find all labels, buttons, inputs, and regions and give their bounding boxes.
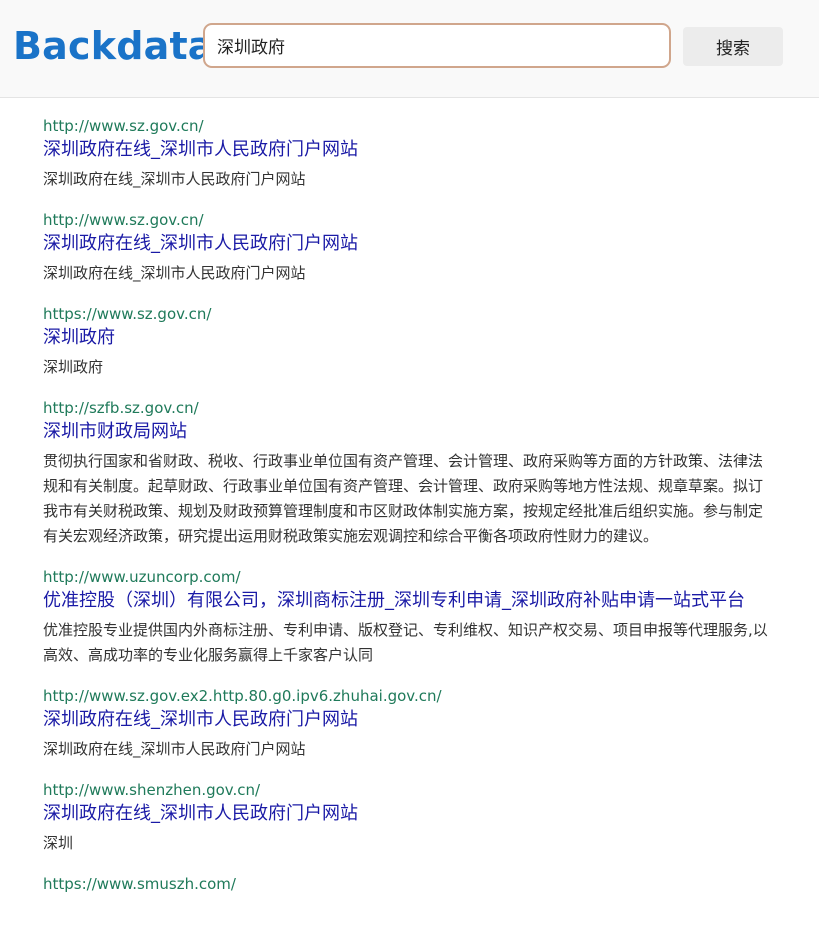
search-button[interactable]: 搜索 bbox=[683, 27, 783, 66]
result-description: 深圳政府在线_深圳市人民政府门户网站 bbox=[43, 740, 306, 758]
result-url[interactable]: http://szfb.sz.gov.cn/ bbox=[43, 397, 773, 419]
search-input[interactable] bbox=[203, 23, 671, 68]
result-description: 深圳政府在线_深圳市人民政府门户网站 bbox=[43, 264, 306, 282]
result-item: https://www.smuszh.com/ bbox=[43, 873, 773, 895]
result-description: 深圳 bbox=[43, 834, 74, 852]
header-bar: Backdata 搜索 bbox=[0, 0, 819, 98]
result-item: http://szfb.sz.gov.cn/ 深圳市财政局网站 贯彻执行国家和省… bbox=[43, 397, 773, 549]
result-item: http://www.sz.gov.cn/ 深圳政府在线_深圳市人民政府门户网站… bbox=[43, 209, 773, 286]
result-item: http://www.sz.gov.cn/ 深圳政府在线_深圳市人民政府门户网站… bbox=[43, 115, 773, 192]
result-title[interactable]: 优准控股（深圳）有限公司，深圳商标注册_深圳专利申请_深圳政府补贴申请一站式平台 bbox=[43, 588, 773, 614]
result-description: 贯彻执行国家和省财政、税收、行政事业单位国有资产管理、会计管理、政府采购等方面的… bbox=[43, 452, 764, 545]
result-url[interactable]: https://www.smuszh.com/ bbox=[43, 873, 773, 895]
results-list: http://www.sz.gov.cn/ 深圳政府在线_深圳市人民政府门户网站… bbox=[43, 115, 773, 912]
result-title[interactable]: 深圳政府在线_深圳市人民政府门户网站 bbox=[43, 801, 773, 827]
result-item: http://www.uzuncorp.com/ 优准控股（深圳）有限公司，深圳… bbox=[43, 566, 773, 668]
result-url[interactable]: http://www.sz.gov.cn/ bbox=[43, 115, 773, 137]
result-title[interactable]: 深圳政府在线_深圳市人民政府门户网站 bbox=[43, 231, 773, 257]
result-url[interactable]: http://www.sz.gov.ex2.http.80.g0.ipv6.zh… bbox=[43, 685, 773, 707]
result-title[interactable]: 深圳政府在线_深圳市人民政府门户网站 bbox=[43, 137, 773, 163]
result-url[interactable]: http://www.shenzhen.gov.cn/ bbox=[43, 779, 773, 801]
result-description: 深圳政府 bbox=[43, 358, 104, 376]
result-item: http://www.sz.gov.ex2.http.80.g0.ipv6.zh… bbox=[43, 685, 773, 762]
result-url[interactable]: http://www.uzuncorp.com/ bbox=[43, 566, 773, 588]
result-url[interactable]: https://www.sz.gov.cn/ bbox=[43, 303, 773, 325]
result-item: https://www.sz.gov.cn/ 深圳政府 深圳政府 bbox=[43, 303, 773, 380]
result-description: 优准控股专业提供国内外商标注册、专利申请、版权登记、专利维权、知识产权交易、项目… bbox=[43, 621, 768, 664]
site-logo[interactable]: Backdata bbox=[13, 22, 214, 70]
result-title[interactable]: 深圳政府在线_深圳市人民政府门户网站 bbox=[43, 707, 773, 733]
result-item: http://www.shenzhen.gov.cn/ 深圳政府在线_深圳市人民… bbox=[43, 779, 773, 856]
result-url[interactable]: http://www.sz.gov.cn/ bbox=[43, 209, 773, 231]
result-title[interactable]: 深圳市财政局网站 bbox=[43, 419, 773, 445]
result-title[interactable]: 深圳政府 bbox=[43, 325, 773, 351]
result-description: 深圳政府在线_深圳市人民政府门户网站 bbox=[43, 170, 306, 188]
